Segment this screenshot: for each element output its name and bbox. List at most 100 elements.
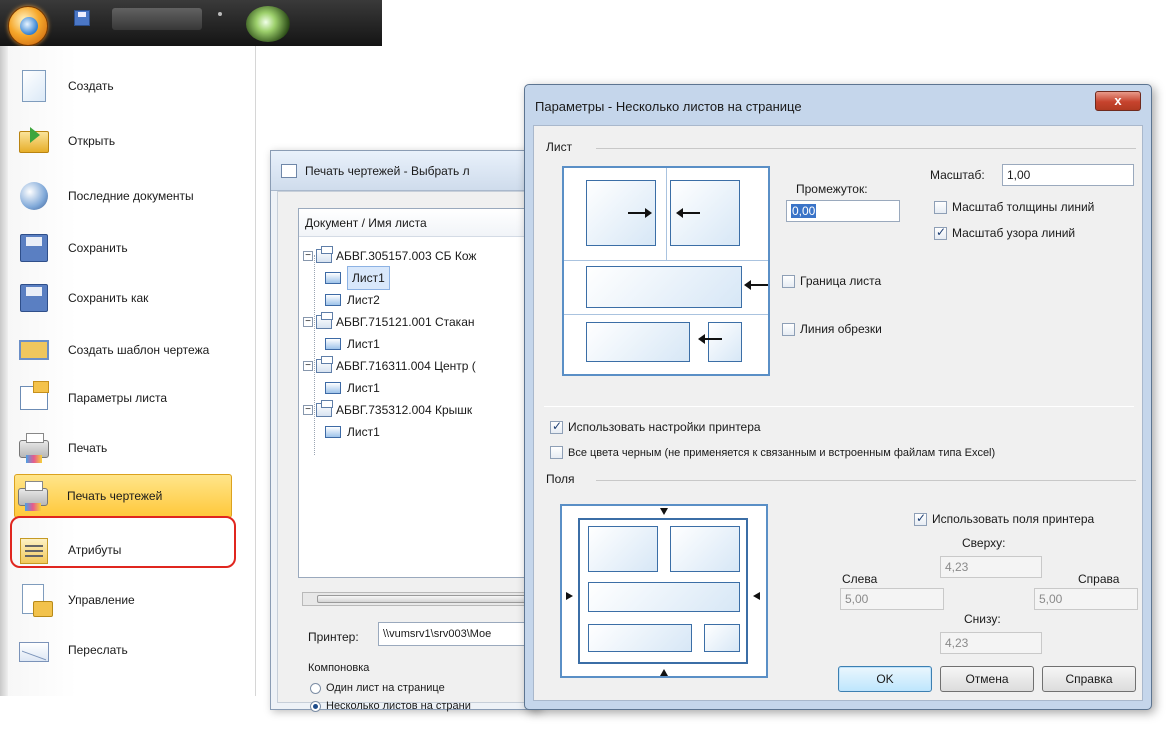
scale-label: Масштаб: — [930, 168, 985, 182]
margin-bottom-label: Снизу: — [964, 612, 1001, 626]
save-icon[interactable] — [74, 10, 90, 26]
print-drawings-icon — [15, 478, 51, 514]
menu-item-label: Открыть — [68, 134, 116, 148]
menu-item-print[interactable]: Печать — [16, 426, 248, 470]
margin-right-marker-icon — [753, 592, 760, 600]
manage-icon — [16, 582, 53, 618]
tree-column-header[interactable]: Документ / Имя листа — [299, 209, 547, 237]
checkbox-checked-icon[interactable] — [914, 511, 927, 526]
use-printer-settings-checkbox[interactable]: Использовать настройки принтера — [550, 419, 761, 434]
app-button-icon[interactable] — [8, 6, 48, 46]
quick-access-toolbar — [0, 0, 382, 46]
margin-left-input[interactable]: 5,00 — [840, 588, 944, 610]
horizontal-scrollbar[interactable] — [302, 592, 542, 606]
tree-row-document[interactable]: − АБВГ.305157.003 СБ Кож — [303, 245, 476, 267]
checkbox-icon[interactable] — [782, 322, 795, 336]
margins-group-label: Поля — [546, 472, 581, 486]
sheet-icon — [325, 272, 341, 284]
document-tree[interactable]: Документ / Имя листа − АБВГ.305157.003 С… — [298, 208, 548, 578]
margin-right-label: Справа — [1078, 572, 1120, 586]
menu-item-label: Печать — [68, 441, 108, 455]
menu-item-save[interactable]: Сохранить — [16, 226, 248, 270]
open-folder-icon — [16, 123, 52, 159]
cancel-button[interactable]: Отмена — [940, 666, 1034, 692]
menu-item-label: Создать шаблон чертежа — [68, 343, 210, 357]
tree-row-sheet[interactable]: Лист2 — [325, 289, 380, 311]
radio-label: Несколько листов на страни — [326, 700, 471, 712]
margin-bottom-input[interactable]: 4,23 — [940, 632, 1042, 654]
radio-multiple-sheets[interactable]: Несколько листов на страни — [310, 700, 471, 712]
tree-row-sheet[interactable]: Лист1 — [325, 377, 380, 399]
checkbox-checked-icon[interactable] — [550, 419, 563, 434]
printer-select[interactable]: \\vumsrv1\srv003\Moe — [378, 622, 548, 646]
checkbox-checked-icon[interactable] — [934, 225, 947, 240]
sheet-border-checkbox[interactable]: Граница листа — [782, 274, 881, 288]
application-menu: Создать Открыть Последние документы Сохр… — [0, 46, 256, 696]
sheet-layout-preview — [562, 166, 770, 376]
scale-line-pattern-checkbox[interactable]: Масштаб узора линий — [934, 225, 1075, 240]
parameters-dialog: Параметры - Несколько листов на странице… — [524, 84, 1152, 710]
gap-label: Промежуток: — [796, 182, 868, 196]
menu-item-label: Сохранить как — [68, 291, 149, 305]
menu-item-recent[interactable]: Последние документы — [16, 174, 248, 218]
collapse-icon[interactable]: − — [303, 317, 313, 327]
collapse-icon[interactable]: − — [303, 251, 313, 261]
help-button[interactable]: Справка — [1042, 666, 1136, 692]
menu-item-save-as[interactable]: Сохранить как — [16, 276, 248, 320]
undo-icon[interactable] — [112, 8, 202, 30]
menu-item-create-template[interactable]: Создать шаблон чертежа — [16, 328, 248, 372]
document-set-icon — [316, 246, 333, 263]
scrollbar-thumb[interactable] — [317, 595, 527, 603]
sheet-icon — [325, 382, 341, 394]
radio-selected-icon[interactable] — [310, 700, 321, 712]
checkbox-icon[interactable] — [782, 274, 795, 288]
menu-item-send[interactable]: Переслать — [16, 628, 248, 672]
menu-item-manage[interactable]: Управление — [16, 578, 248, 622]
tree-row-sheet[interactable]: Лист1 — [325, 421, 380, 443]
margin-top-label: Сверху: — [962, 536, 1006, 550]
margin-top-marker-icon — [660, 508, 668, 515]
tree-row-sheet[interactable]: Лист1 — [325, 266, 390, 290]
gap-value: 0,00 — [791, 204, 817, 218]
template-icon — [16, 332, 52, 368]
tree-row-label: Лист2 — [347, 293, 380, 307]
trim-line-checkbox[interactable]: Линия обрезки — [782, 322, 882, 336]
menu-item-sheet-settings[interactable]: Параметры листа — [16, 376, 248, 420]
margin-top-input[interactable]: 4,23 — [940, 556, 1042, 578]
tree-row-label: Лист1 — [347, 425, 380, 439]
sheet-icon — [325, 338, 341, 350]
parameters-dialog-title: Параметры - Несколько листов на странице — [535, 99, 802, 114]
menu-item-new[interactable]: Создать — [16, 64, 248, 108]
document-set-icon — [316, 400, 333, 417]
checkbox-icon[interactable] — [550, 446, 563, 459]
ok-button[interactable]: OK — [838, 666, 932, 692]
collapse-icon[interactable]: − — [303, 405, 313, 415]
sheet-group-label: Лист — [546, 140, 579, 154]
margin-right-input[interactable]: 5,00 — [1034, 588, 1138, 610]
scale-input[interactable]: 1,00 — [1002, 164, 1134, 186]
scale-line-weight-checkbox[interactable]: Масштаб толщины линий — [934, 200, 1094, 214]
menu-item-label: Параметры листа — [68, 391, 168, 405]
gap-input[interactable]: 0,00 — [786, 200, 900, 222]
use-printer-margins-checkbox[interactable]: Использовать поля принтера — [914, 511, 1095, 526]
menu-item-open[interactable]: Открыть — [16, 119, 248, 163]
tree-row-document[interactable]: − АБВГ.735312.004 Крышк — [303, 399, 472, 421]
dropdown-icon[interactable] — [218, 12, 222, 16]
radio-icon[interactable] — [310, 682, 321, 694]
menu-item-label: Печать чертежей — [67, 489, 163, 503]
group-divider — [596, 480, 1136, 481]
menu-item-print-drawings[interactable]: Печать чертежей — [14, 474, 232, 518]
tree-row-document[interactable]: − АБВГ.715121.001 Стакан — [303, 311, 475, 333]
printer-label: Принтер: — [308, 630, 359, 644]
print-dialog-title: Печать чертежей - Выбрать л — [305, 163, 470, 178]
radio-one-sheet[interactable]: Один лист на странице — [310, 682, 445, 694]
checkbox-icon[interactable] — [934, 200, 947, 214]
menu-item-label: Последние документы — [68, 189, 194, 203]
checkbox-label: Использовать поля принтера — [932, 512, 1095, 526]
tree-row-document[interactable]: − АБВГ.716311.004 Центр ( — [303, 355, 476, 377]
tree-row-sheet[interactable]: Лист1 — [325, 333, 380, 355]
arrow-left-icon — [676, 208, 700, 218]
all-black-checkbox[interactable]: Все цвета черным (не применяется к связа… — [550, 446, 995, 459]
collapse-icon[interactable]: − — [303, 361, 313, 371]
close-button[interactable]: x — [1095, 91, 1141, 111]
